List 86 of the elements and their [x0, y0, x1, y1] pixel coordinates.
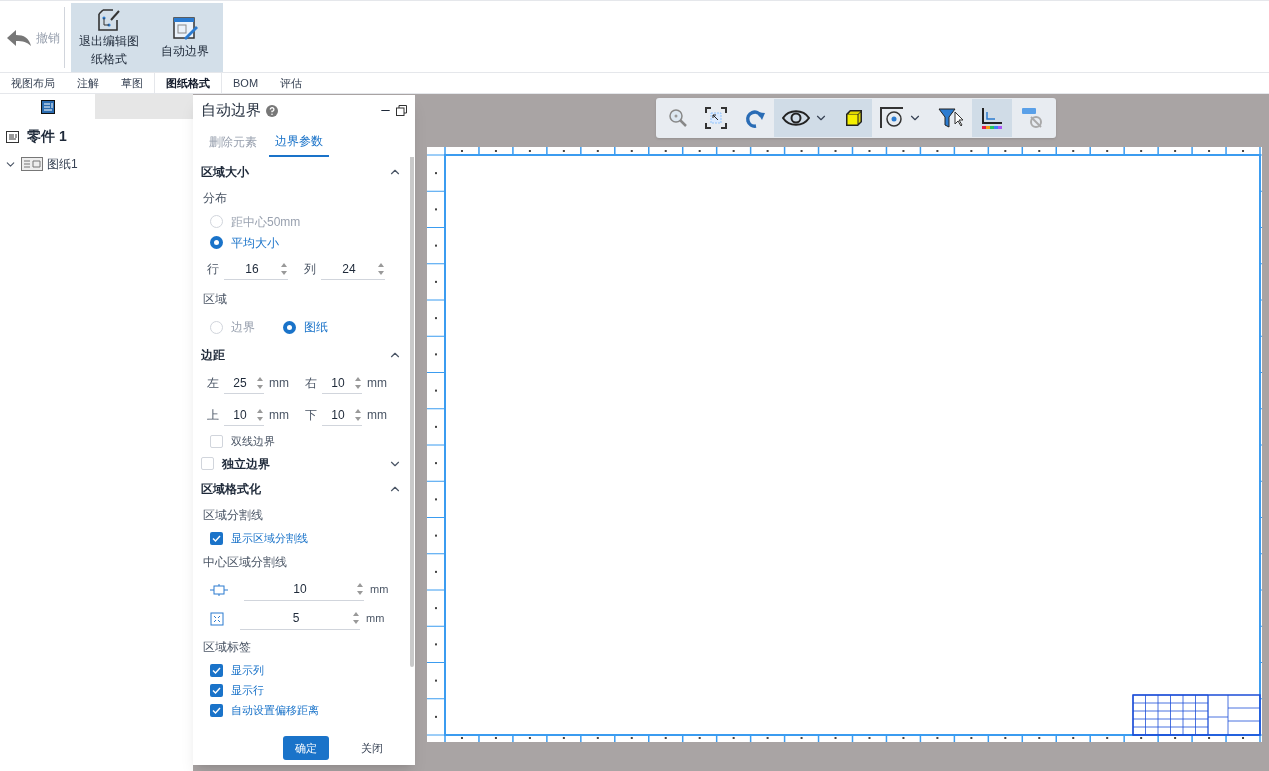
ribbon-button[interactable]: 自动边界: [147, 3, 223, 72]
toolbar-button[interactable]: [774, 99, 836, 137]
rotate-icon: [744, 107, 766, 129]
field-label: 行: [207, 261, 219, 278]
zoom-to-fit-icon: [704, 106, 728, 130]
section-header[interactable]: 边距: [201, 345, 225, 364]
panel-title: 自动边界: [201, 100, 261, 121]
checkbox[interactable]: [210, 703, 223, 717]
field-label: 左: [207, 375, 219, 392]
checkbox-label: 显示列: [231, 662, 264, 678]
section-header[interactable]: 独立边界: [222, 454, 270, 473]
axes-icon: [980, 106, 1004, 130]
zoom-icon: [668, 108, 688, 128]
help-icon[interactable]: [266, 104, 278, 117]
number-field[interactable]: 5: [240, 607, 360, 630]
number-field[interactable]: 16: [224, 258, 288, 280]
checkbox-label: 显示行: [231, 682, 264, 698]
radio-button[interactable]: [210, 215, 223, 228]
center-mark-icon: [210, 583, 228, 596]
number-field[interactable]: 10: [322, 372, 362, 394]
filter-icon: [938, 107, 964, 129]
ribbon-tab[interactable]: 草图: [110, 73, 154, 93]
number-field[interactable]: 10: [322, 404, 362, 426]
number-field[interactable]: 10: [244, 578, 364, 601]
unit-label: mm: [269, 375, 289, 392]
radio-button[interactable]: [210, 236, 223, 249]
checkbox[interactable]: [210, 683, 223, 697]
toolbar-button[interactable]: [972, 99, 1012, 137]
section-header[interactable]: 区域格式化: [201, 479, 261, 498]
edit-sheet-icon: [97, 7, 121, 32]
checkbox[interactable]: [210, 663, 223, 677]
group-label: 区域分割线: [203, 506, 263, 524]
checkbox-label: 显示区域分割线: [231, 530, 308, 546]
hide-annotation-icon: [1020, 106, 1044, 130]
spinner-arrows-icon: [356, 581, 364, 597]
group-label: 区域: [203, 290, 227, 308]
radio-label: 距中心50mm: [231, 213, 301, 231]
ribbon-tab[interactable]: 图纸格式: [154, 73, 222, 93]
radio-label: 平均大小: [231, 234, 279, 252]
spinner-arrows-icon: [352, 610, 360, 626]
panel-tab[interactable]: 边界参数: [269, 126, 329, 157]
sheet-icon: [21, 157, 43, 171]
corner-marks-icon: [210, 611, 224, 626]
number-field[interactable]: 24: [321, 258, 385, 280]
cube-icon: [844, 108, 864, 128]
group-label: 中心区域分割线: [203, 553, 287, 571]
eye-icon: [782, 109, 810, 127]
toolbar-button[interactable]: [836, 99, 872, 137]
group-label: 分布: [203, 189, 227, 207]
ribbon-tab[interactable]: 视图布局: [0, 73, 66, 93]
number-field[interactable]: 25: [224, 372, 264, 394]
dialog-button[interactable]: 确定: [283, 736, 329, 760]
ribbon-button[interactable]: 退出编辑图纸格式: [71, 3, 147, 72]
section-header[interactable]: 区域大小: [201, 162, 249, 181]
ribbon-tab[interactable]: BOM: [222, 73, 270, 93]
radio-button[interactable]: [210, 320, 223, 334]
dialog-button[interactable]: 关闭: [349, 736, 395, 760]
checkbox-label: 自动设置偏移距离: [231, 702, 319, 718]
part-icon: [6, 130, 19, 143]
number-field[interactable]: 10: [224, 404, 264, 426]
tree-tab-icon[interactable]: [40, 99, 55, 114]
radio-button[interactable]: [283, 320, 296, 334]
unit-label: mm: [366, 611, 385, 627]
sheet-pencil-icon: [172, 15, 198, 42]
group-label: 区域标签: [203, 638, 251, 656]
checkbox-label: 双线边界: [231, 433, 275, 449]
field-label: 右: [305, 375, 317, 392]
radio-label: 边界: [231, 319, 255, 336]
section-view-icon: [880, 107, 904, 129]
unit-label: mm: [367, 375, 387, 392]
ribbon-tab[interactable]: 注解: [66, 73, 110, 93]
checkbox[interactable]: [201, 457, 214, 470]
unit-label: mm: [269, 407, 289, 424]
field-label: 列: [304, 261, 316, 278]
tree-item-label[interactable]: 图纸1: [47, 155, 78, 173]
back-arrow-icon: [6, 27, 32, 48]
ribbon-tab[interactable]: 评估: [269, 73, 314, 93]
tree-root-label[interactable]: 零件 1: [27, 126, 67, 147]
field-label: 下: [305, 407, 317, 424]
restore-icon[interactable]: [396, 105, 407, 116]
field-label: 上: [207, 407, 219, 424]
unit-label: mm: [367, 407, 387, 424]
checkbox[interactable]: [210, 434, 223, 448]
unit-label: mm: [370, 582, 389, 598]
checkbox[interactable]: [210, 531, 223, 545]
radio-label: 图纸: [304, 319, 328, 336]
